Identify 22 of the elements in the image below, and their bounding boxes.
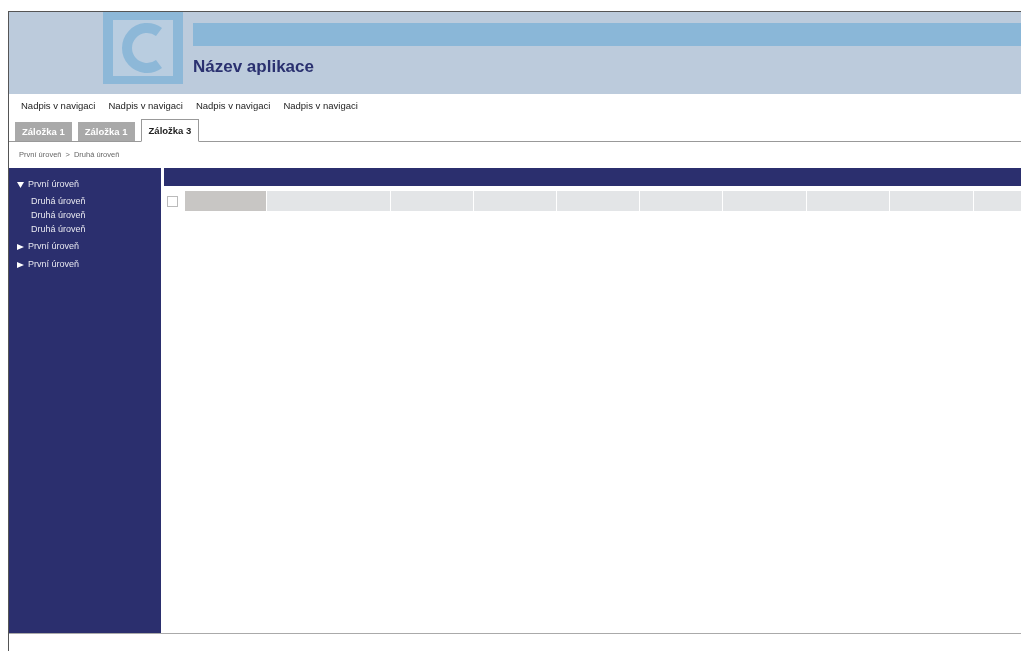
- tree-item[interactable]: Druhá úroveň: [9, 208, 161, 222]
- tree-item[interactable]: První úroveň: [9, 176, 161, 192]
- column-header[interactable]: [890, 191, 973, 211]
- column-header[interactable]: [474, 191, 556, 211]
- tab[interactable]: Záložka 3: [140, 119, 200, 142]
- tree-item[interactable]: Druhá úroveň: [9, 194, 161, 208]
- nav-link[interactable]: Nadpis v navigaci: [195, 100, 271, 114]
- column-header[interactable]: [557, 191, 639, 211]
- checkbox[interactable]: [167, 195, 178, 207]
- tree-item[interactable]: První úroveň: [9, 256, 161, 272]
- tree-item[interactable]: První úroveň: [9, 238, 161, 254]
- column-header[interactable]: [640, 191, 722, 211]
- nav-link[interactable]: Nadpis v navigaci: [283, 100, 358, 114]
- nav-link[interactable]: Nadpis v navigaci: [21, 100, 96, 114]
- column-header[interactable]: [185, 191, 266, 211]
- app-title: Název aplikace: [193, 57, 315, 77]
- nav-link[interactable]: Nadpis v navigaci: [108, 100, 183, 114]
- column-header[interactable]: [807, 191, 889, 211]
- column-header[interactable]: [391, 191, 473, 211]
- tree-item[interactable]: Druhá úroveň: [9, 222, 161, 236]
- column-header[interactable]: [267, 191, 390, 211]
- column-header[interactable]: [723, 191, 806, 211]
